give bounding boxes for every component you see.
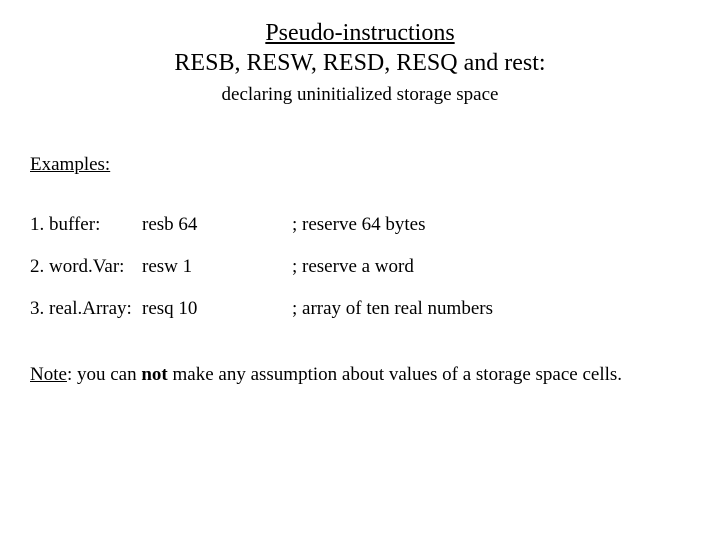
- example-comment: ; array of ten real numbers: [292, 288, 493, 330]
- example-comment: ; reserve a word: [292, 246, 493, 288]
- table-row: 3. real.Array: resq 10 ; array of ten re…: [30, 288, 493, 330]
- title-block: Pseudo-instructions RESB, RESW, RESD, RE…: [30, 18, 690, 78]
- table-row: 2. word.Var: resw 1 ; reserve a word: [30, 246, 493, 288]
- title-line1: Pseudo-instructions: [265, 20, 454, 46]
- example-instr: resb 64: [142, 204, 292, 246]
- note-bold: not: [141, 364, 167, 385]
- table-row: 1. buffer: resb 64 ; reserve 64 bytes: [30, 204, 493, 246]
- example-label: 1. buffer:: [30, 204, 142, 246]
- title-line2: RESB, RESW, RESD, RESQ and rest:: [174, 50, 545, 76]
- example-instr: resw 1: [142, 246, 292, 288]
- note-before-bold: : you can: [67, 364, 141, 385]
- examples-heading: Examples:: [30, 154, 690, 176]
- example-comment: ; reserve 64 bytes: [292, 204, 493, 246]
- example-label: 3. real.Array:: [30, 288, 142, 330]
- examples-table: 1. buffer: resb 64 ; reserve 64 bytes 2.…: [30, 204, 493, 330]
- note-after-bold: make any assumption about values of a st…: [168, 364, 622, 385]
- subtitle: declaring uninitialized storage space: [30, 84, 690, 106]
- note-lead: Note: [30, 364, 67, 385]
- slide-page: Pseudo-instructions RESB, RESW, RESD, RE…: [0, 0, 720, 386]
- example-instr: resq 10: [142, 288, 292, 330]
- note: Note: you can not make any assumption ab…: [30, 364, 690, 386]
- example-label: 2. word.Var:: [30, 246, 142, 288]
